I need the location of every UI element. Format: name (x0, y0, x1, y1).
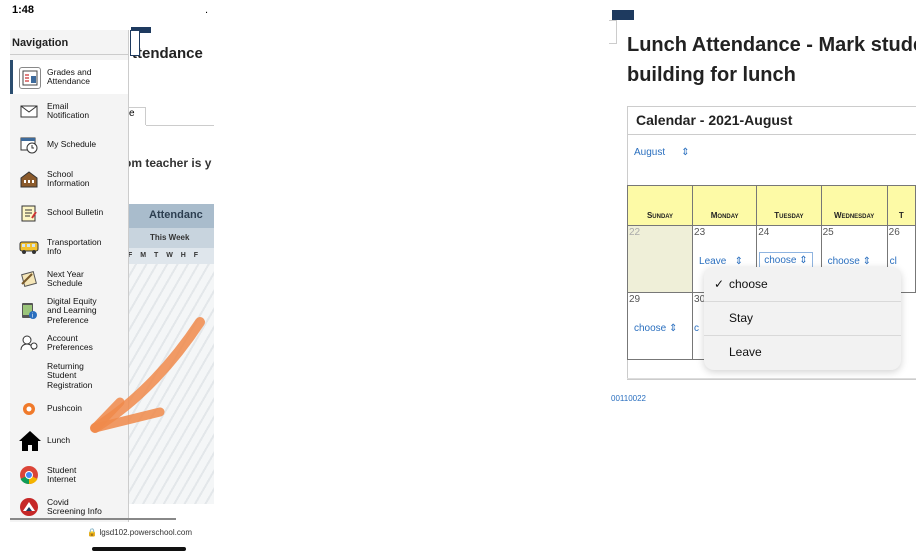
week-header: This Week (128, 228, 214, 248)
dropdown-option-choose[interactable]: ✓ choose (704, 267, 901, 301)
dropdown-option-stay[interactable]: Stay (704, 301, 901, 335)
bus-icon (19, 237, 39, 257)
lunch-select[interactable]: cl (890, 256, 897, 267)
calendar-divider (627, 134, 916, 135)
navigation-title: Navigation (12, 37, 69, 49)
school-icon (19, 169, 39, 189)
weekday-header: Monday (692, 185, 758, 226)
attendance-table-header: Attendanc (128, 204, 214, 228)
weekday-header: Tuesday (756, 185, 822, 226)
url-bar[interactable]: 🔒 lgsd102.powerschool.com (0, 528, 214, 537)
weekday-header: Sunday (626, 185, 694, 226)
nav-item-school-information[interactable]: School Information (10, 162, 128, 196)
status-time: 1:48 (12, 4, 35, 16)
lunch-select[interactable]: c (694, 323, 699, 334)
lunch-options-dropdown: ✓ choose Stay Leave (704, 267, 901, 370)
weekday-header: T (886, 185, 916, 226)
collapse-tab[interactable] (612, 10, 634, 20)
home-icon (18, 429, 42, 453)
collapse-nav-toggle[interactable] (130, 30, 140, 56)
panel-bottom-divider (627, 378, 916, 379)
lunch-select[interactable]: Leave ⇕ (699, 256, 743, 267)
month-select[interactable]: August ⇕ (634, 147, 690, 158)
covid-icon (19, 497, 39, 517)
nav-item-my-schedule[interactable]: My Schedule (10, 128, 128, 162)
annotation-arrow (90, 317, 205, 433)
calendar-title: Calendar - 2021-August (636, 112, 793, 128)
email-icon (19, 101, 39, 121)
checkmark-icon: ✓ (714, 277, 725, 291)
background-tab[interactable]: e (128, 107, 146, 125)
background-teacher-text: om teacher is y (128, 156, 212, 170)
nav-item-student-internet[interactable]: Student Internet (10, 458, 128, 492)
chrome-icon (19, 465, 39, 485)
lunch-select[interactable]: choose ⇕ (634, 323, 677, 334)
background-title: ttendance (132, 45, 203, 62)
digital-equity-icon: i (19, 301, 39, 321)
nav-item-email-notification[interactable]: Email Notification (10, 94, 128, 128)
calendar-day: 22 (626, 225, 694, 293)
home-indicator (92, 547, 186, 551)
calendar-day: 29 choose ⇕ (626, 292, 694, 360)
bulletin-icon (19, 203, 39, 223)
nav-divider (10, 54, 128, 55)
chevron-updown-icon: ⇕ (681, 147, 690, 158)
expand-nav-toggle[interactable] (609, 20, 617, 44)
status-indicator: . (205, 4, 209, 16)
dropdown-option-leave[interactable]: Leave (704, 335, 901, 369)
tab-divider (146, 125, 214, 126)
lunch-select[interactable]: choose ⇕ (828, 256, 871, 267)
pushcoin-icon (19, 399, 39, 419)
schedule-icon (19, 135, 39, 155)
account-icon (19, 333, 39, 353)
nav-item-grades-attendance[interactable]: Grades and Attendance (10, 60, 128, 94)
nav-item-next-year-schedule[interactable]: Next Year Schedule (10, 262, 128, 296)
footer-link[interactable]: 00110022 (611, 394, 646, 403)
page-title: Lunch Attendance - Mark stude building f… (627, 34, 916, 86)
horizontal-scrollbar[interactable] (10, 518, 176, 520)
day-letters-header: F M T W H F (128, 248, 214, 264)
nav-item-transportation-info[interactable]: Transportation Info (10, 230, 128, 264)
grades-icon (19, 67, 41, 89)
next-year-icon (19, 269, 39, 289)
nav-item-school-bulletin[interactable]: School Bulletin (10, 196, 128, 230)
weekday-header: Wednesday (820, 185, 888, 226)
